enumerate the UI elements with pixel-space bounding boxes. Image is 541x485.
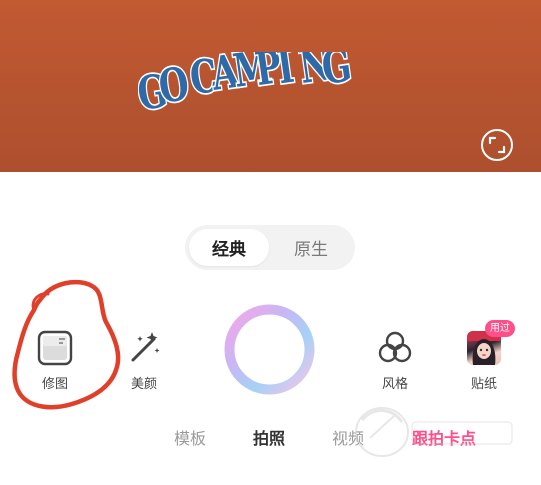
- watermark-logo: [355, 407, 513, 457]
- used-badge: 用过: [485, 320, 515, 337]
- style-circles-icon: [375, 328, 415, 368]
- tool-label: 美颜: [130, 377, 157, 392]
- tool-beauty[interactable]: 美颜: [114, 328, 174, 392]
- camera-preview-banner: GO CAMPING: [0, 0, 541, 172]
- tool-label: 风格: [381, 377, 408, 392]
- filter-mode-toggle: 经典 原生: [185, 225, 355, 270]
- mode-photo[interactable]: 拍照: [253, 425, 285, 449]
- tool-label: 贴纸: [470, 377, 497, 392]
- expand-icon: [488, 136, 506, 154]
- photo-edit-icon: [35, 328, 75, 368]
- tool-style[interactable]: 风格: [365, 328, 425, 392]
- banner-title-graphic: GO CAMPING: [138, 52, 356, 123]
- banner-title-text: GO CAMPING: [138, 52, 355, 121]
- toggle-original[interactable]: 原生: [271, 229, 351, 266]
- tool-sticker[interactable]: 贴纸: [454, 328, 514, 392]
- fullscreen-button[interactable]: [481, 129, 513, 161]
- magic-wand-icon: [124, 328, 164, 368]
- tool-photo-edit[interactable]: 修图: [25, 328, 85, 392]
- toggle-classic[interactable]: 经典: [189, 229, 269, 266]
- shutter-button[interactable]: [222, 302, 317, 397]
- mode-template[interactable]: 模板: [174, 425, 206, 449]
- tool-label: 修图: [41, 377, 68, 392]
